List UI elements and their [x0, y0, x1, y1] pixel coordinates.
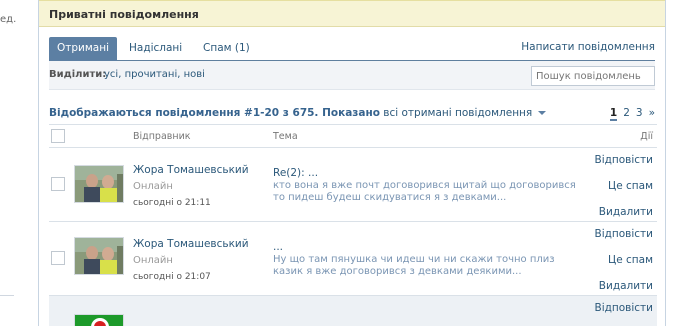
avatar-photo: [75, 315, 123, 326]
sender-name[interactable]: Жора Томашевський: [133, 238, 249, 250]
reply-link[interactable]: Відповісти: [595, 228, 654, 240]
column-subject: Тема: [273, 131, 298, 142]
message-subject[interactable]: ...: [273, 241, 283, 253]
message-preview[interactable]: Ну що там пянушка чи идеш чи ни скажи то…: [273, 254, 583, 278]
page-2[interactable]: 2: [623, 107, 630, 119]
message-row[interactable]: Відповісти: [49, 296, 657, 326]
tab-bar: Отримані Надіслані Спам (1) Написати пов…: [49, 27, 655, 61]
select-label: Виділити:: [49, 69, 107, 80]
page-1[interactable]: 1: [609, 107, 618, 121]
tab-inbox[interactable]: Отримані: [49, 37, 118, 61]
delete-link[interactable]: Видалити: [599, 280, 653, 292]
show-filter-value: всі отримані повідомлення: [383, 107, 533, 119]
select-all-checkbox[interactable]: [51, 129, 65, 143]
avatar[interactable]: [74, 237, 124, 275]
summary-line: Відображаються повідомлення #1-20 з 675.…: [49, 107, 547, 119]
online-status: Онлайн: [133, 255, 173, 266]
mark-spam-link[interactable]: Це спам: [608, 254, 653, 266]
message-date: сьогодні о 21:07: [133, 272, 211, 282]
tab-spam[interactable]: Спам (1): [195, 37, 258, 61]
column-actions: Дії: [640, 131, 653, 142]
select-all-link[interactable]: усі: [104, 69, 118, 80]
select-links: усі, прочитані, нові: [104, 69, 205, 80]
message-row[interactable]: Жора Томашевський Онлайн сьогодні о 21:0…: [49, 222, 657, 296]
filter-bar: Виділити: усі, прочитані, нові: [49, 61, 655, 90]
delete-link[interactable]: Видалити: [599, 206, 653, 218]
pagination: 1 2 3 »: [604, 107, 655, 121]
message-checkbox[interactable]: [51, 251, 65, 265]
left-column-fragment: ед.: [0, 0, 38, 326]
avatar[interactable]: [74, 165, 124, 203]
select-new-link[interactable]: нові: [184, 69, 205, 80]
compose-message-link[interactable]: Написати повідомлення: [521, 41, 655, 53]
column-sender: Відправник: [133, 131, 191, 142]
reply-link[interactable]: Відповісти: [595, 154, 654, 166]
summary-text: Відображаються повідомлення #1-20 з 675.…: [49, 107, 380, 119]
page-next[interactable]: »: [649, 107, 655, 119]
avatar-photo: [75, 166, 123, 202]
avatar[interactable]: [74, 314, 124, 326]
chevron-down-icon: [538, 111, 547, 115]
left-divider: [0, 295, 14, 296]
select-read-link[interactable]: прочитані: [125, 69, 178, 80]
message-checkbox[interactable]: [51, 177, 65, 191]
message-preview[interactable]: кто вона я вже почт договорився щитай що…: [273, 180, 583, 204]
message-row[interactable]: Жора Томашевський Онлайн сьогодні о 21:1…: [49, 148, 657, 222]
tab-sent[interactable]: Надіслані: [121, 37, 190, 61]
page-3[interactable]: 3: [636, 107, 643, 119]
search-input[interactable]: [531, 66, 655, 86]
sender-name[interactable]: Жора Томашевський: [133, 164, 249, 176]
messages-panel: Приватні повідомлення Отримані Надіслані…: [38, 0, 666, 326]
online-status: Онлайн: [133, 181, 173, 192]
reply-link[interactable]: Відповісти: [595, 302, 654, 314]
message-date: сьогодні о 21:11: [133, 198, 211, 208]
mark-spam-link[interactable]: Це спам: [608, 180, 653, 192]
page-title: Приватні повідомлення: [39, 0, 665, 27]
table-header: Відправник Тема Дії: [49, 124, 657, 148]
avatar-photo: [75, 238, 123, 274]
message-subject[interactable]: Re(2): ...: [273, 167, 318, 179]
show-filter-dropdown[interactable]: всі отримані повідомлення: [383, 107, 547, 119]
left-fragment-text: ед.: [0, 14, 17, 25]
